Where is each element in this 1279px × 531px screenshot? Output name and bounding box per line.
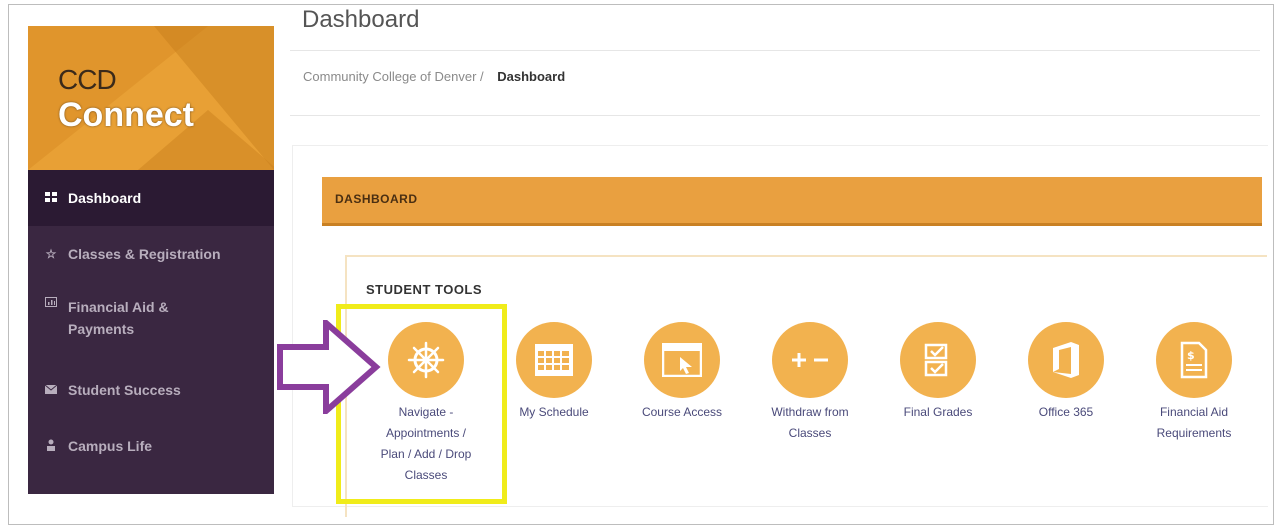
logo-line1: CCD	[58, 64, 117, 95]
sidebar-item-dashboard[interactable]: Dashboard	[28, 170, 274, 226]
logo-line2: Connect	[58, 96, 194, 134]
dashboard-header-label: DASHBOARD	[335, 192, 418, 206]
tool-my-schedule[interactable]: My Schedule	[494, 322, 614, 423]
plus-minus-icon	[772, 322, 848, 398]
svg-text:$: $	[1187, 349, 1195, 362]
tool-office-365[interactable]: Office 365	[1006, 322, 1126, 423]
tool-final-grades[interactable]: Final Grades	[878, 322, 998, 423]
sidebar-item-campus-life[interactable]: Campus Life	[28, 418, 274, 474]
arrow-right-icon	[277, 320, 381, 414]
sidebar: CCD Connect Dashboard ☆ Classes & Regist…	[28, 26, 274, 494]
breadcrumb: Community College of Denver / Dashboard	[303, 69, 565, 84]
dashboard-header-bar: DASHBOARD	[322, 177, 1262, 226]
tool-label: Office 365	[1038, 405, 1094, 419]
ccd-connect-logo[interactable]: CCD Connect	[28, 26, 274, 170]
tool-label: Final Grades	[903, 405, 973, 419]
sidebar-item-financial-aid[interactable]: Financial Aid & Payments	[28, 282, 274, 362]
grid-icon	[44, 191, 58, 205]
tool-label: My Schedule	[519, 405, 589, 419]
sidebar-item-label: Financial Aid & Payments	[68, 299, 169, 337]
browser-window-icon	[644, 322, 720, 398]
sidebar-nav: Dashboard ☆ Classes & Registration Finan…	[28, 170, 274, 474]
star-icon: ☆	[45, 247, 57, 261]
divider	[290, 115, 1260, 116]
breadcrumb-parent-link[interactable]: Community College of Denver /	[303, 69, 484, 84]
dollar-document-icon: $	[1156, 322, 1232, 398]
breadcrumb-current: Dashboard	[497, 69, 566, 84]
office-icon	[1028, 322, 1104, 398]
tool-course-access[interactable]: Course Access	[622, 322, 742, 423]
calendar-icon	[516, 322, 592, 398]
sidebar-item-label: Student Success	[68, 382, 181, 398]
student-tools-title: STUDENT TOOLS	[366, 282, 483, 297]
tool-label: Financial Aid Requirements	[1156, 405, 1232, 440]
envelope-icon	[44, 383, 58, 397]
tool-label: Withdraw from Classes	[771, 405, 849, 440]
sidebar-item-label: Dashboard	[68, 190, 142, 206]
sidebar-item-label: Classes & Registration	[68, 246, 221, 262]
sidebar-item-classes-registration[interactable]: ☆ Classes & Registration	[28, 226, 274, 282]
page-title: Dashboard	[302, 6, 420, 33]
sidebar-item-student-success[interactable]: Student Success	[28, 362, 274, 418]
sidebar-item-label: Campus Life	[68, 438, 153, 454]
checklist-icon	[900, 322, 976, 398]
tool-financial-aid-requirements[interactable]: $ Financial Aid Requirements	[1134, 322, 1254, 444]
tool-withdraw[interactable]: Withdraw from Classes	[750, 322, 870, 444]
tool-label: Course Access	[641, 405, 723, 419]
chart-icon	[44, 296, 58, 310]
divider	[290, 50, 1260, 51]
person-icon	[44, 439, 58, 454]
